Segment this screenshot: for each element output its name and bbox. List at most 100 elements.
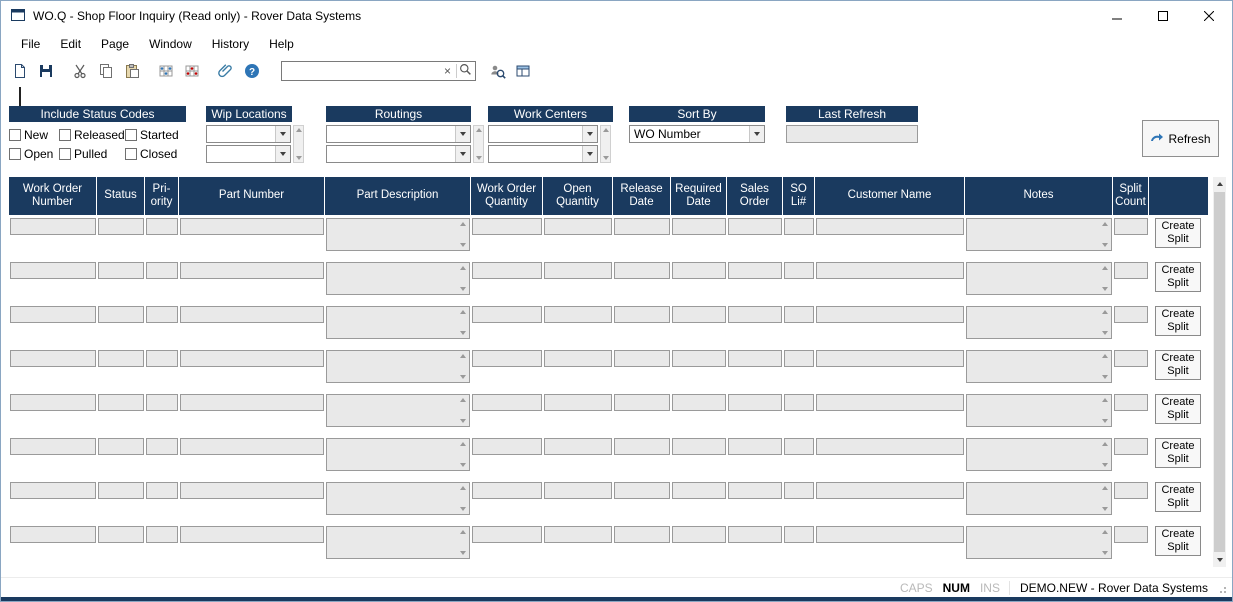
part-description-scroll-spinner[interactable] [458,264,468,293]
notes-field[interactable] [966,306,1112,339]
menu-file[interactable]: File [11,33,50,55]
scroll-down-icon[interactable] [1213,553,1226,567]
menu-page[interactable]: Page [91,33,139,55]
split-count-field[interactable] [1114,306,1148,323]
required-date-field[interactable] [672,526,726,543]
part-description-scroll-spinner[interactable] [458,220,468,249]
notes-scroll-spinner[interactable] [1100,528,1110,557]
required-date-field[interactable] [672,482,726,499]
part-number-field[interactable] [180,306,324,323]
cut-icon[interactable] [67,59,93,83]
create-split-button[interactable]: Create Split [1155,526,1201,556]
so-line-field[interactable] [784,394,814,411]
checkbox-released[interactable]: Released [59,128,125,142]
menu-help[interactable]: Help [259,33,304,55]
split-count-field[interactable] [1114,262,1148,279]
so-line-field[interactable] [784,350,814,367]
so-line-field[interactable] [784,218,814,235]
checkbox-closed[interactable]: Closed [125,147,185,161]
priority-field[interactable] [146,218,178,235]
priority-field[interactable] [146,438,178,455]
work-order-number-field[interactable] [10,438,96,455]
priority-field[interactable] [146,526,178,543]
work-order-number-field[interactable] [10,262,96,279]
sales-order-field[interactable] [728,394,782,411]
work-order-quantity-field[interactable] [472,262,542,279]
menu-window[interactable]: Window [139,33,202,55]
menu-edit[interactable]: Edit [50,33,91,55]
work-order-quantity-field[interactable] [472,526,542,543]
checkbox-new-box[interactable] [9,129,21,141]
notes-field[interactable] [966,218,1112,251]
part-description-field[interactable] [326,438,470,471]
customer-name-field[interactable] [816,218,964,235]
sort-by-dropdown[interactable]: WO Number [629,125,765,143]
copy-icon[interactable] [93,59,119,83]
part-number-field[interactable] [180,218,324,235]
work-order-quantity-field[interactable] [472,218,542,235]
open-quantity-field[interactable] [544,306,612,323]
menu-history[interactable]: History [202,33,259,55]
browse-grid-red-icon[interactable] [179,59,205,83]
chevron-down-icon[interactable] [582,126,597,142]
scrollbar-thumb[interactable] [1214,192,1225,552]
maximize-button[interactable] [1140,1,1186,31]
status-field[interactable] [98,262,144,279]
scroll-up-icon[interactable] [1213,177,1226,191]
part-description-scroll-spinner[interactable] [458,352,468,381]
help-icon[interactable]: ? [239,59,265,83]
split-count-field[interactable] [1114,526,1148,543]
status-field[interactable] [98,482,144,499]
status-field[interactable] [98,526,144,543]
resize-grip[interactable] [1216,581,1228,595]
wip-location-dropdown-2[interactable] [206,145,291,163]
checkbox-pulled[interactable]: Pulled [59,147,125,161]
work-order-quantity-field[interactable] [472,306,542,323]
notes-field[interactable] [966,482,1112,515]
sales-order-field[interactable] [728,438,782,455]
work-order-quantity-field[interactable] [472,438,542,455]
so-line-field[interactable] [784,526,814,543]
required-date-field[interactable] [672,438,726,455]
create-split-button[interactable]: Create Split [1155,218,1201,248]
work-order-number-field[interactable] [10,482,96,499]
priority-field[interactable] [146,482,178,499]
notes-scroll-spinner[interactable] [1100,308,1110,337]
search-magnifier-icon[interactable] [459,63,472,79]
browse-grid-blue-icon[interactable] [153,59,179,83]
sales-order-field[interactable] [728,262,782,279]
open-quantity-field[interactable] [544,262,612,279]
open-quantity-field[interactable] [544,526,612,543]
so-line-field[interactable] [784,262,814,279]
sales-order-field[interactable] [728,350,782,367]
customer-name-field[interactable] [816,526,964,543]
split-count-field[interactable] [1114,350,1148,367]
notes-field[interactable] [966,262,1112,295]
wip-location-dropdown-1[interactable] [206,125,291,143]
notes-field[interactable] [966,526,1112,559]
notes-field[interactable] [966,350,1112,383]
work-order-number-field[interactable] [10,350,96,367]
release-date-field[interactable] [614,438,670,455]
person-search-icon[interactable] [484,59,510,83]
split-count-field[interactable] [1114,438,1148,455]
notes-field[interactable] [966,438,1112,471]
chevron-down-icon[interactable] [749,126,764,142]
part-number-field[interactable] [180,438,324,455]
release-date-field[interactable] [614,350,670,367]
search-input[interactable] [285,63,441,79]
priority-field[interactable] [146,262,178,279]
required-date-field[interactable] [672,306,726,323]
release-date-field[interactable] [614,262,670,279]
sales-order-field[interactable] [728,482,782,499]
routing-dropdown-1[interactable] [326,125,471,143]
notes-scroll-spinner[interactable] [1100,264,1110,293]
minimize-button[interactable] [1094,1,1140,31]
part-description-field[interactable] [326,350,470,383]
part-description-field[interactable] [326,218,470,251]
part-description-field[interactable] [326,526,470,559]
open-quantity-field[interactable] [544,218,612,235]
customer-name-field[interactable] [816,482,964,499]
work-order-number-field[interactable] [10,394,96,411]
refresh-button[interactable]: Refresh [1142,120,1219,157]
